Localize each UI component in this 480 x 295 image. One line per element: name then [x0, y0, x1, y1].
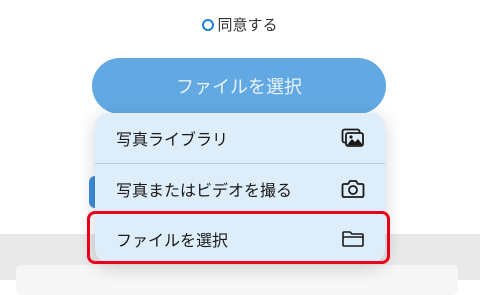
camera-icon: [341, 179, 365, 199]
consent-option[interactable]: 同意する: [0, 14, 480, 35]
menu-item-label: 写真またはビデオを撮る: [116, 180, 293, 200]
photo-library-icon: [341, 128, 365, 148]
radio-selected-icon[interactable]: [202, 18, 215, 31]
content-card: [16, 265, 458, 295]
highlight-box: [87, 211, 390, 264]
menu-item-label: 写真ライブラリ: [116, 130, 229, 149]
select-file-button-label: ファイルを選択: [176, 77, 302, 98]
select-file-button[interactable]: ファイルを選択: [92, 58, 386, 114]
menu-item-photo-library[interactable]: 写真ライブラリ: [95, 113, 385, 163]
consent-label: 同意する: [217, 16, 278, 34]
menu-item-take-photo-video[interactable]: 写真またはビデオを撮る: [95, 163, 385, 213]
